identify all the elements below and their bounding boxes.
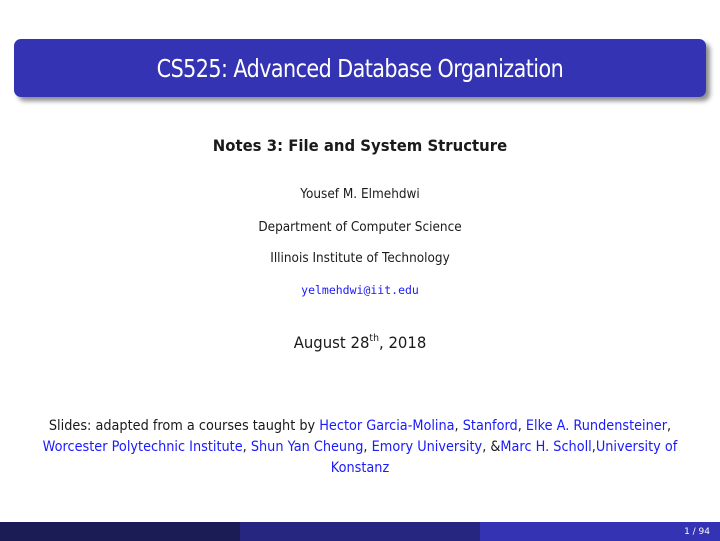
credit-link[interactable]: Hector Garcia-Molina (319, 418, 454, 434)
institution: Illinois Institute of Technology (270, 251, 450, 266)
credit-link[interactable]: Stanford (463, 418, 518, 434)
footer-segment-left (0, 522, 240, 541)
slide-title-bar: CS525: Advanced Database Organization (14, 39, 706, 97)
date-suffix: , 2018 (378, 333, 427, 352)
credit-separator: , & (482, 439, 501, 455)
credits-text: Slides: adapted from a courses taught by… (30, 416, 691, 479)
date-prefix: August 28 (293, 333, 370, 352)
credit-link[interactable]: Marc H. Scholl (500, 439, 591, 455)
credit-separator: , (454, 418, 463, 434)
author-name: Yousef M. Elmehdwi (300, 187, 420, 202)
credit-link[interactable]: Emory University (372, 439, 483, 455)
slide-title: CS525: Advanced Database Organization (156, 53, 564, 83)
credit-link[interactable]: Elke A. Rundensteiner (526, 418, 667, 434)
credit-separator: , (363, 439, 372, 455)
footer-bar: 1 / 94 (0, 522, 720, 541)
slide-credits: Slides: adapted from a courses taught by… (30, 416, 690, 479)
credit-link[interactable]: Shun Yan Cheung (251, 439, 364, 455)
department: Department of Computer Science (258, 220, 462, 235)
date-superscript: th (369, 333, 379, 344)
slide-subtitle: Notes 3: File and System Structure (212, 136, 508, 155)
credit-link[interactable]: Worcester Polytechnic Institute (43, 439, 243, 455)
credit-separator: , (667, 418, 672, 434)
footer-segment-middle (240, 522, 480, 541)
footer-segment-right: 1 / 94 (480, 522, 720, 541)
credits-intro: Slides: adapted from a courses taught by (48, 418, 320, 434)
presentation-date: August 28th, 2018 (25, 333, 695, 352)
page-number: 1 / 94 (684, 526, 710, 537)
author-email-link[interactable]: yelmehdwi@iit.edu (0, 283, 720, 297)
